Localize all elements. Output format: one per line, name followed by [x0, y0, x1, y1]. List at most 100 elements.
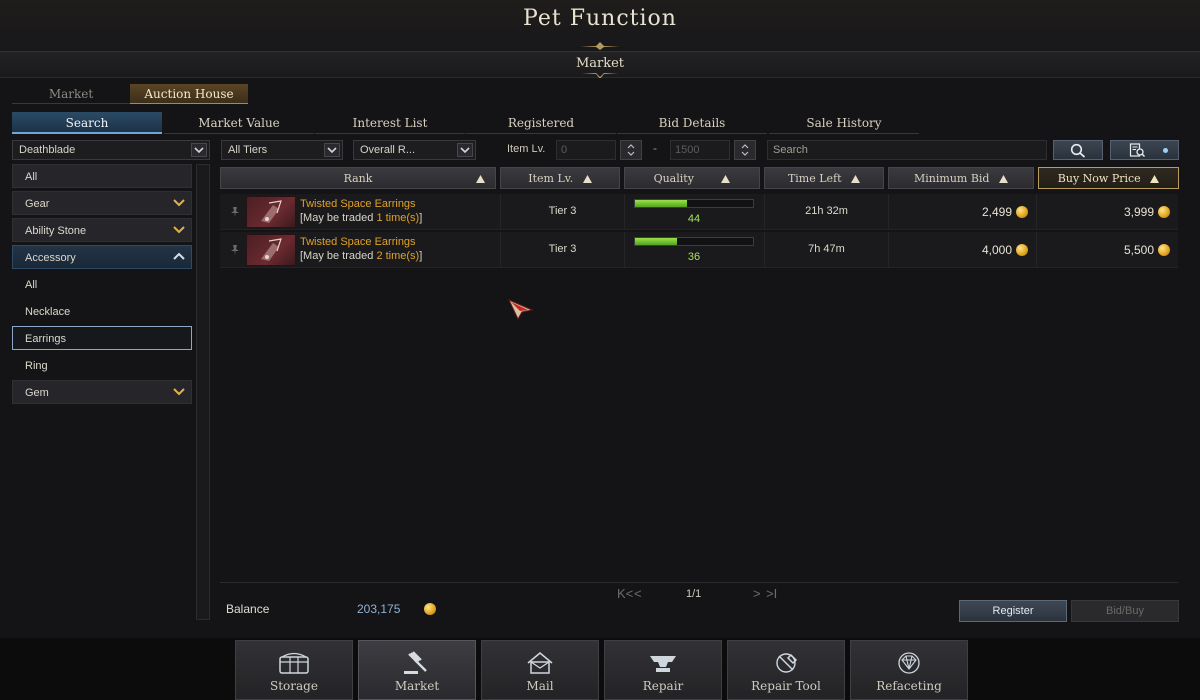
category-accessory[interactable]: Accessory: [12, 245, 192, 269]
buy-now-cell: 5,500: [1036, 232, 1178, 268]
column-minimum-bid[interactable]: Minimum Bid: [888, 167, 1034, 189]
first-page-button[interactable]: K<: [617, 586, 633, 601]
page-indicator: 1/1: [686, 588, 702, 600]
category-necklace[interactable]: Necklace: [12, 299, 192, 323]
category-ability-stone[interactable]: Ability Stone: [12, 218, 192, 242]
chevron-down-icon[interactable]: [191, 143, 207, 157]
subtab-bid-details[interactable]: Bid Details: [617, 112, 767, 134]
gold-coin-icon: [1158, 244, 1170, 256]
chevron-down-icon[interactable]: [457, 143, 473, 157]
column-label: Buy Now Price: [1057, 172, 1141, 185]
category-accessory-all[interactable]: All: [12, 272, 192, 296]
class-select[interactable]: Deathblade: [12, 140, 210, 160]
tier-select[interactable]: All Tiers: [221, 140, 343, 160]
sort-triangle-icon: [721, 175, 731, 183]
table-row[interactable]: Twisted Space Earrings [May be traded 2 …: [220, 232, 1178, 268]
indicator-dot-icon: [1163, 148, 1168, 153]
tier-select-value: All Tiers: [228, 144, 268, 156]
pin-icon[interactable]: [229, 206, 241, 218]
sort-select[interactable]: Overall R...: [353, 140, 476, 160]
dock-label: Refaceting: [876, 679, 942, 693]
dock-repair-tool-button[interactable]: Repair Tool: [727, 640, 845, 700]
pin-icon[interactable]: [229, 244, 241, 256]
sort-triangle-icon: [476, 175, 485, 183]
title-ornament-icon: [580, 42, 620, 50]
column-time-left[interactable]: Time Left: [764, 167, 884, 189]
category-gem[interactable]: Gem: [12, 380, 192, 404]
item-name: Twisted Space Earrings: [300, 198, 416, 210]
column-item-level[interactable]: Item Lv.: [500, 167, 620, 189]
quality-bar: [634, 199, 754, 208]
category-label: Ability Stone: [25, 225, 87, 237]
window-title: Pet Function: [523, 6, 677, 31]
bid-buy-button[interactable]: Bid/Buy: [1071, 600, 1179, 622]
table-footer-divider: [220, 582, 1178, 583]
column-label: Minimum Bid: [914, 172, 990, 185]
category-all[interactable]: All: [12, 164, 192, 188]
anvil-icon: [650, 656, 676, 672]
next-page-button[interactable]: >: [753, 586, 761, 601]
category-label: Necklace: [25, 306, 71, 318]
column-label: Rank: [343, 172, 373, 185]
prev-page-button[interactable]: <: [634, 586, 642, 601]
minimum-bid-value: 4,000: [981, 243, 1012, 257]
item-level-min-input[interactable]: 0: [556, 140, 616, 160]
dock-mail-button[interactable]: Mail: [481, 640, 599, 700]
mouse-cursor-icon: [508, 299, 534, 320]
category-ring[interactable]: Ring: [12, 353, 192, 377]
subtab-interest-list[interactable]: Interest List: [315, 112, 465, 134]
search-input[interactable]: [773, 144, 1033, 156]
chevron-down-icon: [173, 226, 185, 234]
dock-refaceting-button[interactable]: Refaceting: [850, 640, 968, 700]
category-label: Accessory: [25, 252, 76, 264]
category-earrings[interactable]: Earrings: [12, 326, 192, 350]
column-label: Quality: [653, 172, 694, 185]
trade-prefix: [May be traded: [300, 250, 374, 262]
subtab-registered[interactable]: Registered: [466, 112, 616, 134]
category-label: All: [25, 279, 38, 291]
trade-count: 1 time(s): [376, 212, 420, 224]
gold-coin-icon: [424, 603, 436, 615]
balance-value: 203,175: [357, 602, 401, 616]
category-gear[interactable]: Gear: [12, 191, 192, 215]
minimum-bid-value: 2,499: [981, 205, 1012, 219]
tab-auction-house[interactable]: Auction House: [130, 84, 248, 104]
dock-label: Repair Tool: [751, 679, 821, 693]
category-scrollbar[interactable]: [196, 164, 210, 620]
minimum-bid-cell: 2,499: [888, 194, 1036, 230]
search-button[interactable]: [1053, 140, 1103, 160]
last-page-button[interactable]: >I: [766, 586, 777, 601]
chevron-down-icon[interactable]: [324, 143, 340, 157]
time-left-cell: 7h 47m: [764, 232, 888, 268]
category-list: All Gear Ability Stone Accessory All Nec…: [12, 164, 192, 407]
quality-cell: 44: [624, 194, 764, 230]
table-row[interactable]: Twisted Space Earrings [May be traded 1 …: [220, 194, 1178, 230]
quality-value: 36: [687, 251, 701, 263]
subtab-search[interactable]: Search: [12, 112, 162, 134]
dock-market-button[interactable]: Market: [358, 640, 476, 700]
subtab-sale-history[interactable]: Sale History: [769, 112, 919, 134]
sort-triangle-icon: [998, 175, 1008, 183]
item-level-value: Tier 3: [548, 205, 577, 217]
dock-repair-button[interactable]: Repair: [604, 640, 722, 700]
register-button[interactable]: Register: [959, 600, 1067, 622]
trade-prefix: [May be traded: [300, 212, 374, 224]
buy-now-value: 3,999: [1123, 205, 1154, 219]
advanced-search-button[interactable]: [1110, 140, 1179, 160]
item-level-min-spinner[interactable]: [620, 140, 642, 160]
earrings-item-icon: [246, 234, 296, 266]
buy-now-cell: 3,999: [1036, 194, 1178, 230]
gold-coin-icon: [1158, 206, 1170, 218]
item-level-max-input[interactable]: 1500: [670, 140, 730, 160]
column-buy-now-price[interactable]: Buy Now Price: [1038, 167, 1179, 189]
class-select-value: Deathblade: [19, 144, 76, 156]
search-field[interactable]: [767, 140, 1047, 160]
column-quality[interactable]: Quality: [624, 167, 760, 189]
time-left-cell: 21h 32m: [764, 194, 888, 230]
subtab-market-value[interactable]: Market Value: [164, 112, 314, 134]
tab-market[interactable]: Market: [12, 84, 130, 104]
dock-storage-button[interactable]: Storage: [235, 640, 353, 700]
item-level-max-spinner[interactable]: [734, 140, 756, 160]
item-name: Twisted Space Earrings: [300, 236, 416, 248]
column-rank[interactable]: Rank: [220, 167, 496, 189]
